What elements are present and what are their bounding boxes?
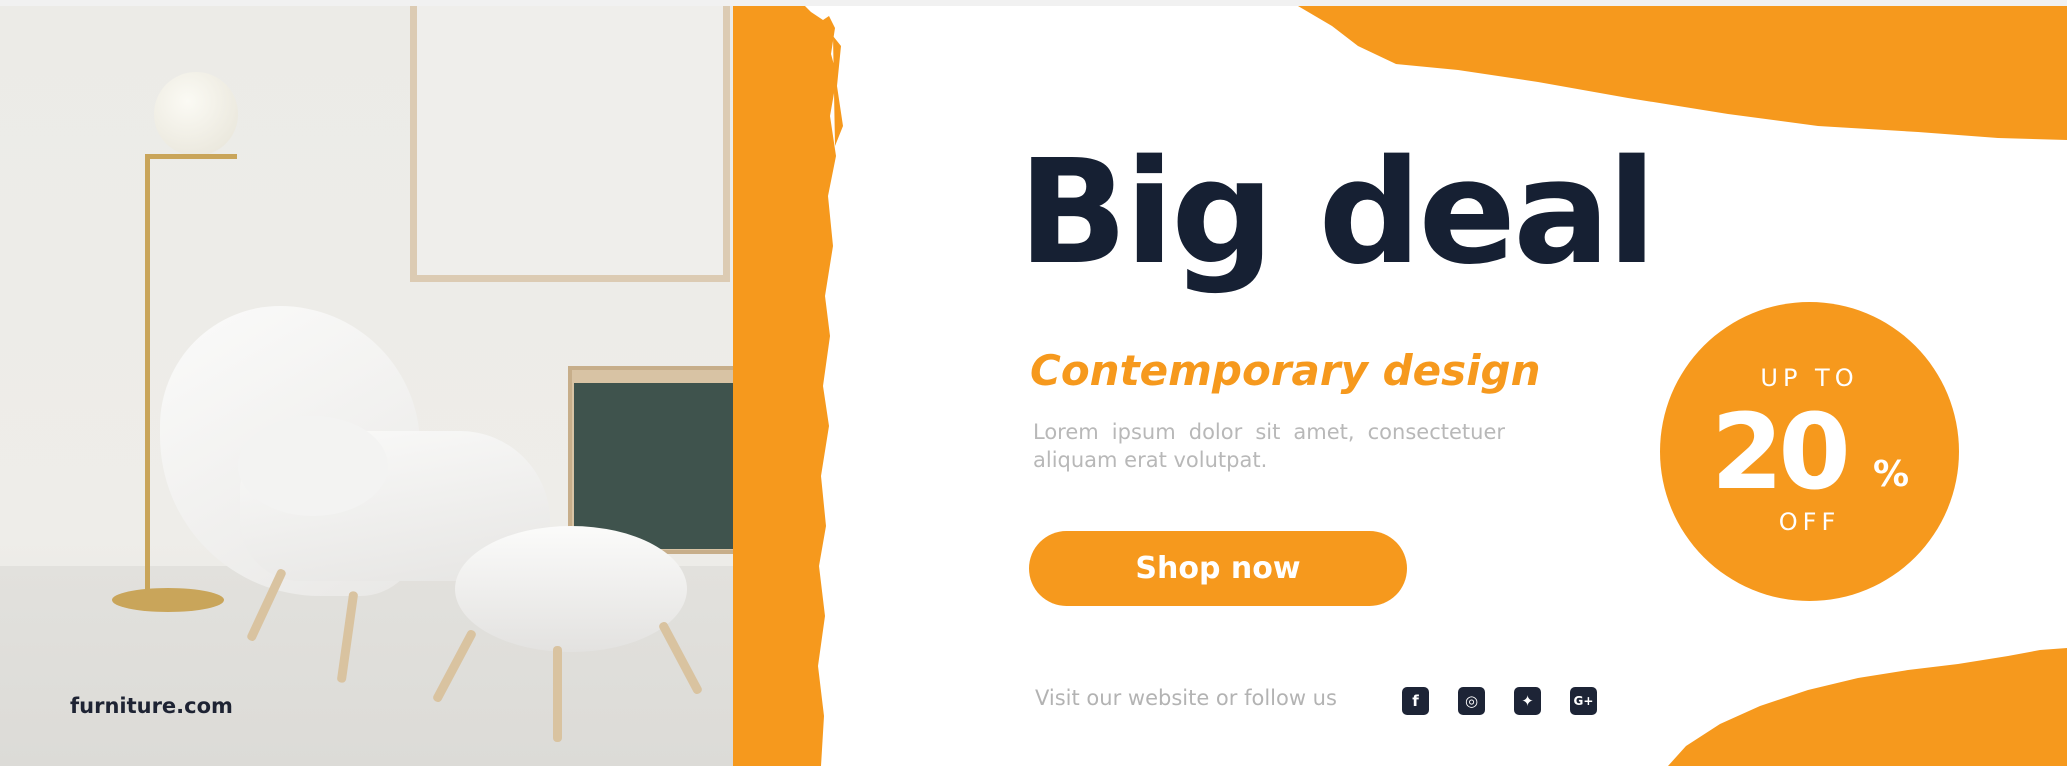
discount-badge: UP TO 20 % OFF	[1660, 302, 1959, 601]
follow-text: Visit our website or follow us	[1035, 686, 1337, 710]
floor-lamp-shade	[154, 72, 238, 156]
orange-brush-bottom	[1668, 648, 2067, 766]
promo-banner: furniture.com Big deal Contemporary desi…	[0, 0, 2067, 766]
body-text: Lorem ipsum dolor sit amet, consectetuer…	[1033, 420, 1505, 472]
armchair-cushion	[238, 416, 388, 516]
subheadline: Contemporary design	[1030, 346, 1541, 395]
brand-website: furniture.com	[70, 694, 233, 718]
sideboard-door	[574, 383, 735, 549]
twitter-icon[interactable]: ✦	[1514, 687, 1541, 715]
social-links: f ◎ ✦ G+	[1402, 687, 1597, 715]
headline: Big deal	[1018, 128, 1657, 296]
ottoman-leg	[553, 646, 562, 742]
facebook-icon[interactable]: f	[1402, 687, 1429, 715]
wall-frame	[410, 6, 730, 282]
badge-up-to: UP TO	[1760, 364, 1859, 392]
floor-lamp-pole	[145, 154, 150, 599]
badge-percent: %	[1873, 454, 1910, 495]
shop-now-button[interactable]: Shop now	[1029, 531, 1407, 606]
badge-number: 20	[1711, 391, 1851, 513]
ottoman	[455, 526, 687, 652]
instagram-icon[interactable]: ◎	[1458, 687, 1485, 715]
google-plus-icon[interactable]: G+	[1570, 687, 1597, 715]
orange-brush-stroke	[733, 6, 843, 766]
orange-brush-top	[1298, 6, 2067, 140]
floor-lamp-base	[112, 588, 224, 612]
product-photo: furniture.com	[0, 6, 735, 766]
badge-off: OFF	[1778, 508, 1841, 536]
floor-lamp-arm	[145, 154, 237, 159]
